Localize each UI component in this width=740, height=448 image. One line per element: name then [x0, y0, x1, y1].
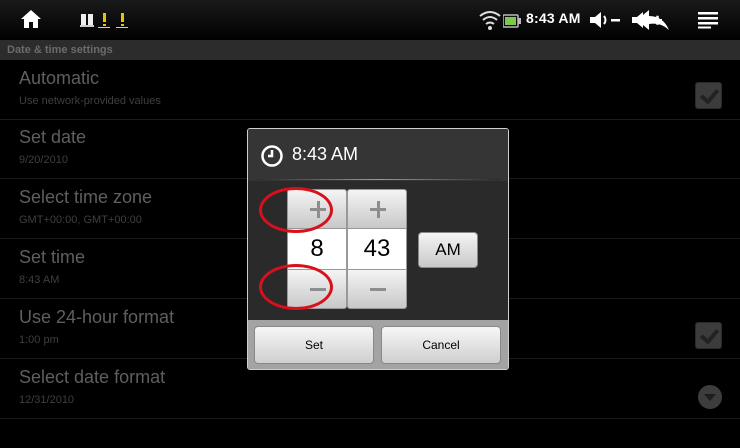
set-button[interactable]: Set: [254, 326, 374, 364]
setting-title: Set time: [19, 247, 86, 267]
notification-icon[interactable]: [80, 12, 94, 32]
setting-subtitle: 1:00 pm: [19, 334, 59, 346]
dialog-header: 8:43 AM: [248, 129, 508, 181]
minute-increment-button[interactable]: [347, 189, 407, 229]
setting-subtitle: GMT+00:00, GMT+00:00: [19, 214, 142, 226]
minute-decrement-button[interactable]: [347, 269, 407, 309]
menu-icon[interactable]: [698, 11, 718, 33]
cancel-button[interactable]: Cancel: [381, 326, 501, 364]
battery-icon: [502, 13, 521, 32]
setting-title: Select time zone: [19, 187, 153, 207]
setting-automatic[interactable]: Automatic Use network-provided values: [0, 61, 740, 120]
status-time: 8:43 AM: [526, 10, 581, 26]
dropdown-icon[interactable]: [697, 384, 723, 414]
notification-warning-icon[interactable]: [98, 12, 110, 32]
setting-subtitle: Use network-provided values: [19, 95, 161, 107]
wifi-icon: [479, 10, 501, 35]
dialog-title: 8:43 AM: [292, 144, 359, 164]
dialog-divider: [256, 179, 500, 180]
time-picker-dialog: 8:43 AM 8 43 AM Set Cancel: [247, 128, 509, 370]
dialog-footer: Set Cancel: [248, 320, 508, 369]
back-icon[interactable]: [635, 9, 671, 35]
clock-icon: [261, 145, 283, 171]
automatic-checkbox[interactable]: [695, 82, 722, 109]
status-bar: 8:43 AM: [0, 0, 740, 40]
setting-subtitle: 8:43 AM: [19, 274, 60, 286]
ampm-toggle-button[interactable]: AM: [418, 232, 478, 268]
24-hour-checkbox[interactable]: [695, 322, 722, 349]
setting-title: Select date format: [19, 367, 166, 387]
minute-value[interactable]: 43: [347, 229, 407, 269]
setting-subtitle: 12/31/2010: [19, 394, 75, 406]
setting-title: Automatic: [19, 68, 100, 88]
setting-title: Use 24-hour format: [19, 307, 175, 327]
screen-title: Date & time settings: [0, 40, 740, 60]
annotation-circle: [259, 187, 333, 233]
setting-subtitle: 9/20/2010: [19, 154, 68, 166]
notification-warning-icon[interactable]: [116, 12, 128, 32]
annotation-circle: [259, 264, 333, 310]
setting-title: Set date: [19, 127, 87, 147]
home-icon[interactable]: [20, 9, 42, 33]
hour-value[interactable]: 8: [287, 229, 347, 269]
